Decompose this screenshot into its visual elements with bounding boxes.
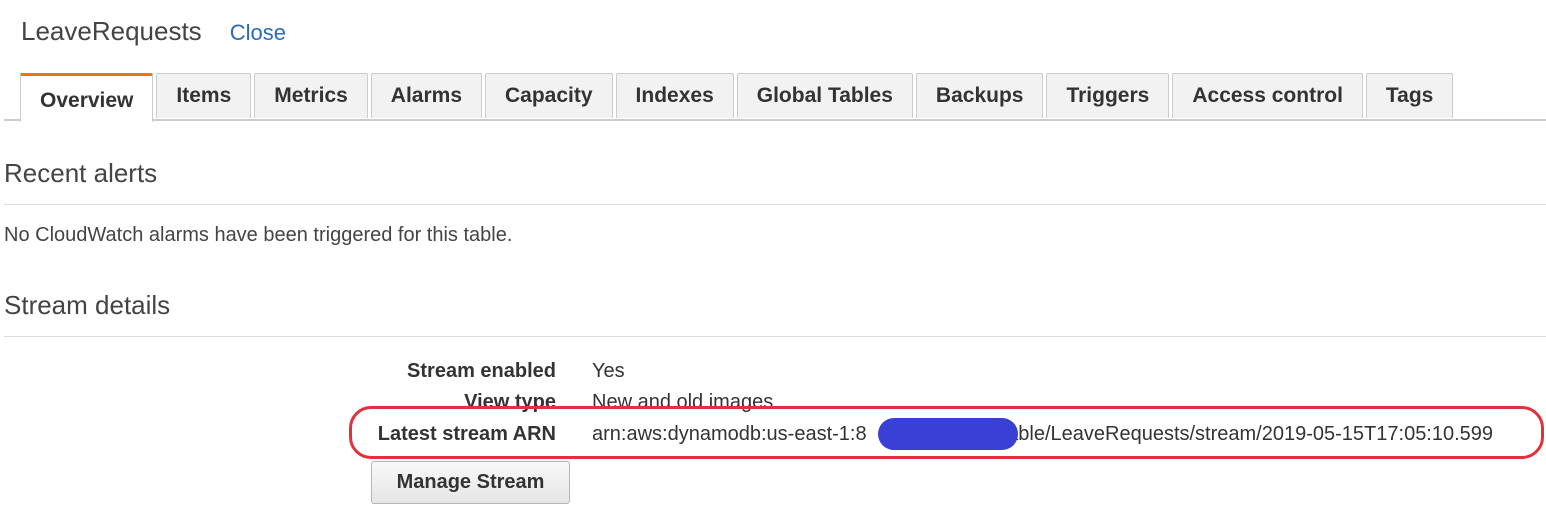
tab-access-control[interactable]: Access control <box>1172 73 1363 118</box>
tab-tags[interactable]: Tags <box>1365 73 1454 118</box>
tab-capacity[interactable]: Capacity <box>485 73 613 118</box>
table-title: LeaveRequests <box>21 16 202 46</box>
no-alarms-message: No CloudWatch alarms have been triggered… <box>4 224 513 246</box>
arn-highlight-outline <box>349 406 1544 459</box>
tab-global-tables[interactable]: Global Tables <box>736 73 913 118</box>
stream-enabled-value: Yes <box>592 360 625 382</box>
recent-alerts-divider <box>4 204 1546 205</box>
stream-details-divider <box>4 336 1546 337</box>
recent-alerts-title: Recent alerts <box>4 158 158 188</box>
tab-triggers[interactable]: Triggers <box>1046 73 1170 118</box>
stream-enabled-label: Stream enabled <box>407 360 556 382</box>
stream-enabled-row: Stream enabled Yes <box>0 360 1546 390</box>
tab-metrics[interactable]: Metrics <box>254 73 368 118</box>
tab-bar: Overview Items Metrics Alarms Capacity I… <box>20 73 1456 122</box>
tab-overview[interactable]: Overview <box>20 73 154 122</box>
table-header: LeaveRequests Close <box>21 16 286 47</box>
tab-items[interactable]: Items <box>156 73 252 118</box>
manage-stream-button[interactable]: Manage Stream <box>371 461 570 504</box>
close-link[interactable]: Close <box>230 20 286 46</box>
tab-backups[interactable]: Backups <box>915 73 1044 118</box>
tab-indexes[interactable]: Indexes <box>615 73 734 118</box>
stream-details-title: Stream details <box>4 290 171 320</box>
tab-alarms[interactable]: Alarms <box>370 73 482 118</box>
